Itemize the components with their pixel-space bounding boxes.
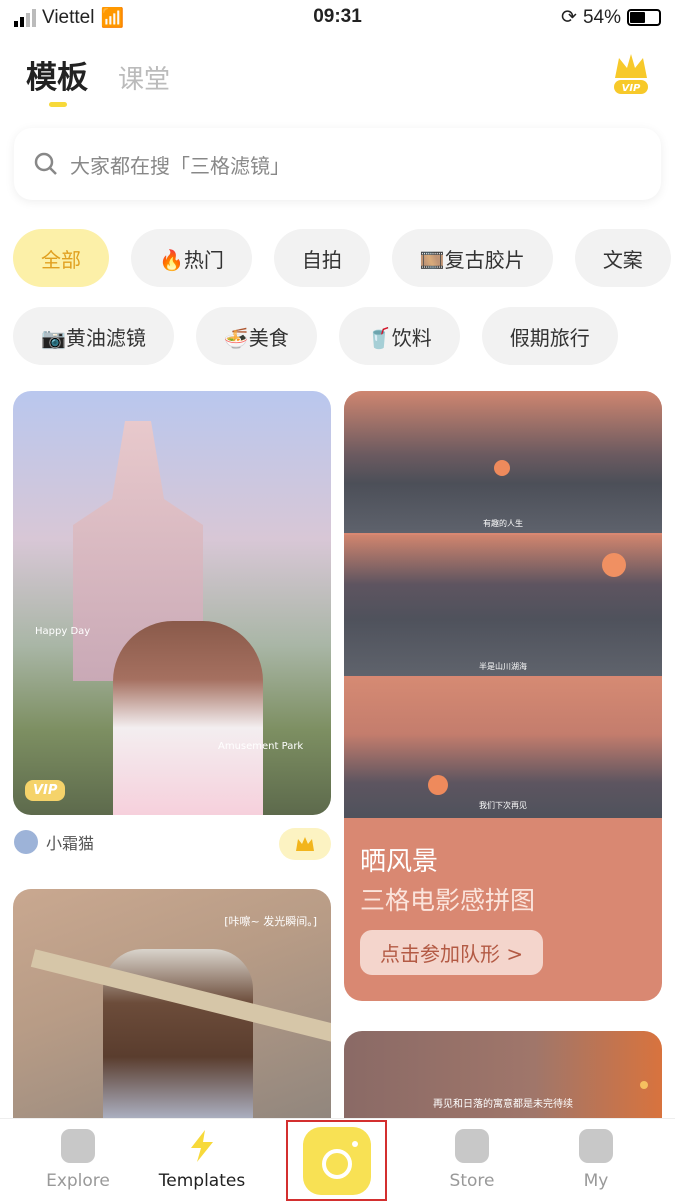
search-input[interactable]: 大家都在搜「三格滤镜」 <box>14 128 661 200</box>
join-cta-button[interactable]: 点击参加队形 > <box>360 930 544 975</box>
search-icon <box>34 152 57 175</box>
search-placeholder: 大家都在搜「三格滤镜」 <box>70 153 290 178</box>
chip-food[interactable]: 🍜美食 <box>195 307 317 365</box>
overlay-text: Amusement Park <box>218 741 304 752</box>
overlay-text: [咔嚓~ 发光瞬间。] <box>224 915 317 928</box>
chip-selfie[interactable]: 自拍 <box>273 229 370 287</box>
nav-my[interactable]: My <box>546 1129 646 1191</box>
card-title: 晒风景 <box>360 847 439 877</box>
camera-icon <box>322 1141 358 1179</box>
nav-store[interactable]: Store <box>422 1129 522 1191</box>
nav-explore[interactable]: Explore <box>28 1129 128 1191</box>
svg-text:VIP: VIP <box>622 83 641 94</box>
crown-icon: VIP <box>614 54 648 94</box>
chip-retro-film[interactable]: 🎞️复古胶片 <box>391 229 553 287</box>
template-card-castle[interactable]: Happy Day Amusement Park VIP <box>13 391 331 815</box>
chip-all[interactable]: 全部 <box>13 229 109 287</box>
crown-icon <box>296 837 314 851</box>
person-image <box>113 621 263 815</box>
vip-crown-badge <box>279 828 331 860</box>
store-bookmark-icon <box>455 1129 489 1163</box>
tab-classroom[interactable]: 课堂 <box>118 59 170 96</box>
bottom-nav: Explore Templates Store My <box>0 1118 675 1201</box>
overlay-text: Happy Day <box>35 626 91 637</box>
chip-hot[interactable]: 🔥热门 <box>131 229 252 287</box>
sunset-frame-3: 我们下次再见 <box>344 678 662 818</box>
chip-drinks[interactable]: 🥤饮料 <box>338 307 460 365</box>
lightning-icon <box>185 1129 219 1163</box>
smiley-icon <box>61 1129 95 1163</box>
overlay-text: 再见和日落的寓意都是未完待续 <box>433 1099 573 1110</box>
template-card-sunset-2[interactable]: 再见和日落的寓意都是未完待续 <box>344 1031 662 1129</box>
tab-templates[interactable]: 模板 <box>26 52 88 107</box>
status-bar: Viettel 📶 09:31 ⟳ 54% <box>0 0 675 36</box>
camera-button[interactable] <box>303 1127 371 1195</box>
vip-badge: VIP <box>25 780 66 801</box>
battery-percent: 54% <box>582 6 621 28</box>
chip-butter-filter[interactable]: 📷黄油滤镜 <box>13 307 174 365</box>
card-subtitle: 三格电影感拼图 <box>360 886 536 915</box>
author-row[interactable]: 小霜猫 <box>14 830 94 854</box>
chip-copywriting[interactable]: 文案 <box>574 229 671 287</box>
profile-icon <box>579 1129 613 1163</box>
vip-crown-button[interactable]: VIP <box>613 50 649 96</box>
nav-templates[interactable]: Templates <box>152 1129 252 1191</box>
chip-holiday-travel[interactable]: 假期旅行 <box>481 307 618 365</box>
rotation-lock-icon: ⟳ <box>561 7 577 28</box>
avatar <box>14 830 38 854</box>
battery-icon <box>627 9 661 26</box>
template-card-coffee[interactable]: [咔嚓~ 发光瞬间。] <box>13 889 331 1129</box>
sunset-frame-1: 有趣的人生 <box>344 391 662 533</box>
template-card-sunset-triptych[interactable]: 有趣的人生 半是山川湖海 我们下次再见 晒风景 三格电影感拼图 点击参加队形 > <box>344 391 662 1001</box>
sunset-frame-2: 半是山川湖海 <box>344 535 662 676</box>
author-name: 小霜猫 <box>46 834 95 853</box>
